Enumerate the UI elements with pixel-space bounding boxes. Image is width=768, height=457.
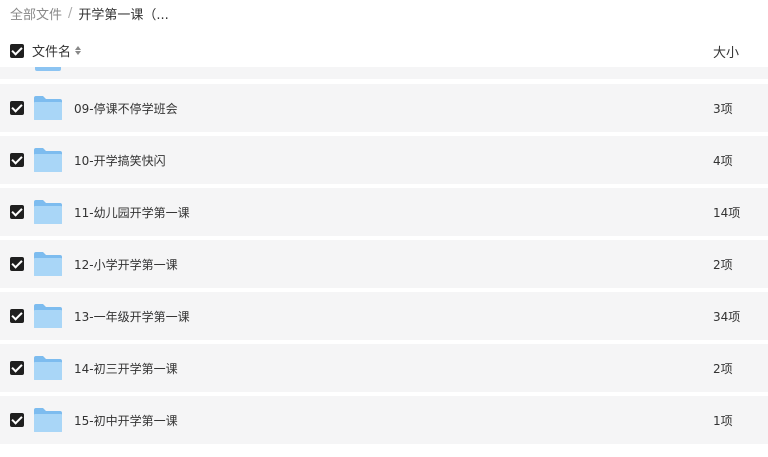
file-row[interactable]: 15-初中开学第一课 1项	[0, 396, 768, 444]
file-size: 3项	[713, 102, 733, 116]
folder-icon	[33, 147, 63, 173]
partial-row	[0, 67, 768, 79]
row-checkbox[interactable]	[10, 153, 24, 167]
file-name[interactable]: 09-停课不停学班会	[74, 100, 178, 117]
breadcrumb-current: 开学第一课（...	[78, 7, 169, 23]
row-checkbox[interactable]	[10, 361, 24, 375]
row-checkbox[interactable]	[10, 205, 24, 219]
folder-icon	[33, 407, 63, 433]
name-column-header[interactable]: 文件名	[32, 41, 82, 60]
file-name[interactable]: 14-初三开学第一课	[74, 360, 178, 377]
file-size: 14项	[713, 206, 741, 220]
file-size: 4项	[713, 154, 733, 168]
file-name[interactable]: 12-小学开学第一课	[74, 256, 178, 273]
folder-icon	[33, 303, 63, 329]
file-name[interactable]: 13-一年级开学第一课	[74, 308, 190, 325]
file-name[interactable]: 10-开学搞笑快闪	[74, 152, 166, 169]
name-column-label: 文件名	[32, 45, 72, 60]
file-list-header: 文件名 大小	[0, 38, 768, 66]
file-size: 34项	[713, 310, 741, 324]
file-size: 2项	[713, 258, 733, 272]
file-size: 2项	[713, 362, 733, 376]
breadcrumb-separator: /	[68, 5, 73, 21]
row-checkbox[interactable]	[10, 413, 24, 427]
file-name[interactable]: 15-初中开学第一课	[74, 412, 178, 429]
folder-icon	[35, 67, 61, 71]
file-name[interactable]: 11-幼儿园开学第一课	[74, 204, 190, 221]
file-row[interactable]: 09-停课不停学班会 3项	[0, 84, 768, 132]
file-row[interactable]: 13-一年级开学第一课 34项	[0, 292, 768, 340]
file-size: 1项	[713, 414, 733, 428]
file-row[interactable]: 12-小学开学第一课 2项	[0, 240, 768, 288]
breadcrumb: 全部文件 / 开学第一课（...	[10, 3, 169, 23]
file-list: 09-停课不停学班会 3项 10-开学搞笑快闪 4项 11-幼儿园开学第一课 1…	[0, 84, 768, 448]
sort-icon[interactable]	[75, 46, 82, 55]
breadcrumb-root[interactable]: 全部文件	[10, 4, 62, 23]
select-all-checkbox[interactable]	[10, 44, 24, 58]
size-column-header[interactable]: 大小	[713, 42, 739, 61]
folder-icon	[33, 355, 63, 381]
row-checkbox[interactable]	[10, 309, 24, 323]
folder-icon	[33, 95, 63, 121]
folder-icon	[33, 199, 63, 225]
row-checkbox[interactable]	[10, 101, 24, 115]
file-row[interactable]: 14-初三开学第一课 2项	[0, 344, 768, 392]
file-row[interactable]: 10-开学搞笑快闪 4项	[0, 136, 768, 184]
row-checkbox[interactable]	[10, 257, 24, 271]
folder-icon	[33, 251, 63, 277]
file-row[interactable]: 11-幼儿园开学第一课 14项	[0, 188, 768, 236]
